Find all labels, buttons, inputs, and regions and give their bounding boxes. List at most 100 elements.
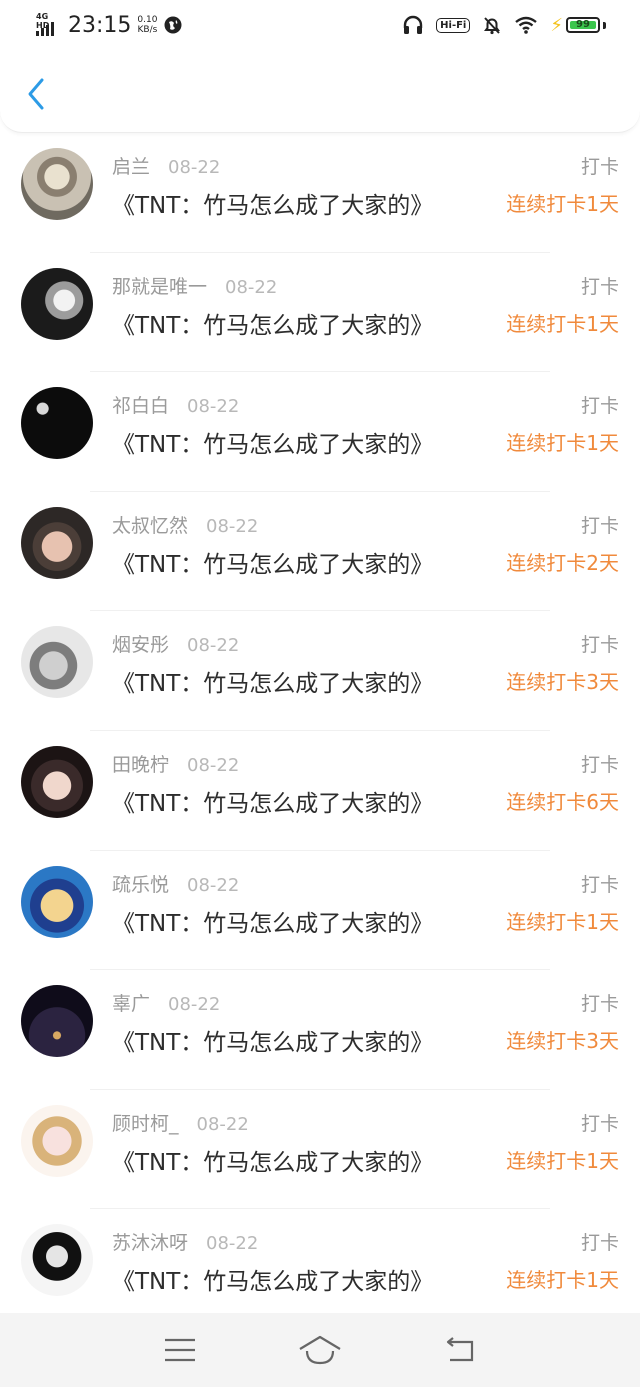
avatar[interactable] [21,1104,93,1177]
activity-type: 打卡 [580,1112,619,1135]
avatar[interactable] [21,626,93,699]
system-nav-bar [0,1313,640,1387]
activity-type: 打卡 [580,275,619,298]
net-speed: 0.10 KB/s [137,15,157,35]
user-name[interactable]: 疏乐悦 [112,870,169,897]
item-date: 08-22 [225,276,278,298]
book-title[interactable]: 《TNT：竹马怎么成了大家的》 [112,784,433,818]
headphones-icon [402,15,424,35]
battery-body: 99 [566,17,600,33]
streak-label: 连续打卡1天 [506,1268,619,1293]
item-meta: 田晚柠 08-22 [112,750,239,777]
activity-type: 打卡 [580,1232,619,1255]
book-title[interactable]: 《TNT：竹马怎么成了大家的》 [112,545,433,579]
streak-label: 连续打卡3天 [506,1029,619,1054]
streak-label: 连续打卡3天 [506,670,619,695]
wifi-icon [514,16,538,34]
user-name[interactable]: 田晚柠 [112,750,169,777]
menu-icon [165,1338,195,1362]
item-meta: 烟安彤 08-22 [112,630,239,657]
book-title[interactable]: 《TNT：竹马怎么成了大家的》 [112,425,433,459]
status-bar: 4G HD 23:15 0.10 KB/s Hi-Fi ⚡ 99 [0,0,640,50]
item-meta: 那就是唯一 08-22 [112,272,277,299]
battery-percent: 99 [576,19,590,30]
charging-bolt-icon: ⚡ [550,14,563,36]
list-item[interactable]: 烟安彤 08-22 《TNT：竹马怎么成了大家的》 打卡 连续打卡3天 [0,611,640,731]
streak-label: 连续打卡2天 [506,550,619,575]
mute-bell-icon [482,15,502,35]
user-name[interactable]: 祁白白 [112,391,169,418]
signal-icon: 4G HD [36,12,62,38]
user-name[interactable]: 辜广 [112,989,150,1016]
item-date: 08-22 [206,1233,259,1255]
item-date: 08-22 [187,754,240,776]
user-name[interactable]: 太叔忆然 [112,511,188,538]
item-meta: 疏乐悦 08-22 [112,870,239,897]
list-item[interactable]: 辜广 08-22 《TNT：竹马怎么成了大家的》 打卡 连续打卡3天 [0,970,640,1090]
book-title[interactable]: 《TNT：竹马怎么成了大家的》 [112,306,433,340]
avatar[interactable] [21,985,93,1058]
book-title[interactable]: 《TNT：竹马怎么成了大家的》 [112,1023,433,1057]
book-title[interactable]: 《TNT：竹马怎么成了大家的》 [112,904,433,938]
user-name[interactable]: 启兰 [112,152,150,179]
hifi-badge: Hi-Fi [436,17,471,33]
list-item[interactable]: 疏乐悦 08-22 《TNT：竹马怎么成了大家的》 打卡 连续打卡1天 [0,851,640,971]
activity-type: 打卡 [580,753,619,776]
book-title[interactable]: 《TNT：竹马怎么成了大家的》 [112,664,433,698]
item-meta: 辜广 08-22 [112,989,220,1016]
header [0,50,640,133]
list-item[interactable]: 顾时柯_ 08-22 《TNT：竹马怎么成了大家的》 打卡 连续打卡1天 [0,1090,640,1210]
avatar[interactable] [21,865,93,938]
user-name[interactable]: 苏沐沐呀 [112,1228,188,1255]
item-meta: 祁白白 08-22 [112,391,239,418]
streak-label: 连续打卡1天 [506,311,619,336]
user-name[interactable]: 顾时柯_ [112,1109,179,1136]
list-item[interactable]: 苏沐沐呀 08-22 《TNT：竹马怎么成了大家的》 打卡 连续打卡1天 [0,1209,640,1329]
item-date: 08-22 [168,157,221,178]
menu-button[interactable] [156,1330,204,1370]
status-left: 4G HD 23:15 0.10 KB/s [36,12,183,38]
back-nav-button[interactable] [436,1330,484,1370]
avatar[interactable] [21,387,93,460]
activity-type: 打卡 [580,993,619,1016]
avatar[interactable] [21,148,93,220]
activity-type: 打卡 [580,514,619,537]
item-meta: 苏沐沐呀 08-22 [112,1228,258,1255]
item-date: 08-22 [196,1113,249,1135]
item-date: 08-22 [187,396,240,418]
streak-label: 连续打卡1天 [506,1148,619,1173]
book-title[interactable]: 《TNT：竹马怎么成了大家的》 [112,1143,433,1177]
avatar[interactable] [21,1224,93,1297]
list-item[interactable]: 祁白白 08-22 《TNT：竹马怎么成了大家的》 打卡 连续打卡1天 [0,372,640,492]
list-item[interactable]: 田晚柠 08-22 《TNT：竹马怎么成了大家的》 打卡 连续打卡6天 [0,731,640,851]
activity-type: 打卡 [580,634,619,657]
globe-icon [163,15,183,35]
avatar[interactable] [21,267,93,340]
avatar[interactable] [21,506,93,579]
battery-indicator: ⚡ 99 [550,15,606,36]
list-item[interactable]: 太叔忆然 08-22 《TNT：竹马怎么成了大家的》 打卡 连续打卡2天 [0,492,640,612]
net-speed-unit: KB/s [137,25,158,35]
list-item[interactable]: 那就是唯一 08-22 《TNT：竹马怎么成了大家的》 打卡 连续打卡1天 [0,253,640,373]
list-item[interactable]: 启兰 08-22 《TNT：竹马怎么成了大家的》 打卡 连续打卡1天 [0,133,640,253]
item-date: 08-22 [168,994,221,1016]
chevron-left-icon [28,78,44,110]
book-title[interactable]: 《TNT：竹马怎么成了大家的》 [112,1262,433,1296]
book-title[interactable]: 《TNT：竹马怎么成了大家的》 [112,186,433,220]
clock: 23:15 [68,12,132,38]
back-button[interactable] [18,72,54,116]
user-name[interactable]: 那就是唯一 [112,272,207,299]
home-button[interactable] [296,1330,344,1370]
avatar[interactable] [21,745,93,818]
streak-label: 连续打卡6天 [506,789,619,814]
streak-label: 连续打卡1天 [506,192,619,216]
home-icon [299,1335,341,1365]
item-meta: 启兰 08-22 [112,152,220,179]
item-meta: 顾时柯_ 08-22 [112,1109,249,1136]
activity-type: 打卡 [580,873,619,896]
user-name[interactable]: 烟安彤 [112,630,169,657]
activity-type: 打卡 [580,156,619,178]
back-arrow-icon [446,1337,474,1362]
activity-type: 打卡 [580,395,619,418]
item-date: 08-22 [206,515,259,537]
